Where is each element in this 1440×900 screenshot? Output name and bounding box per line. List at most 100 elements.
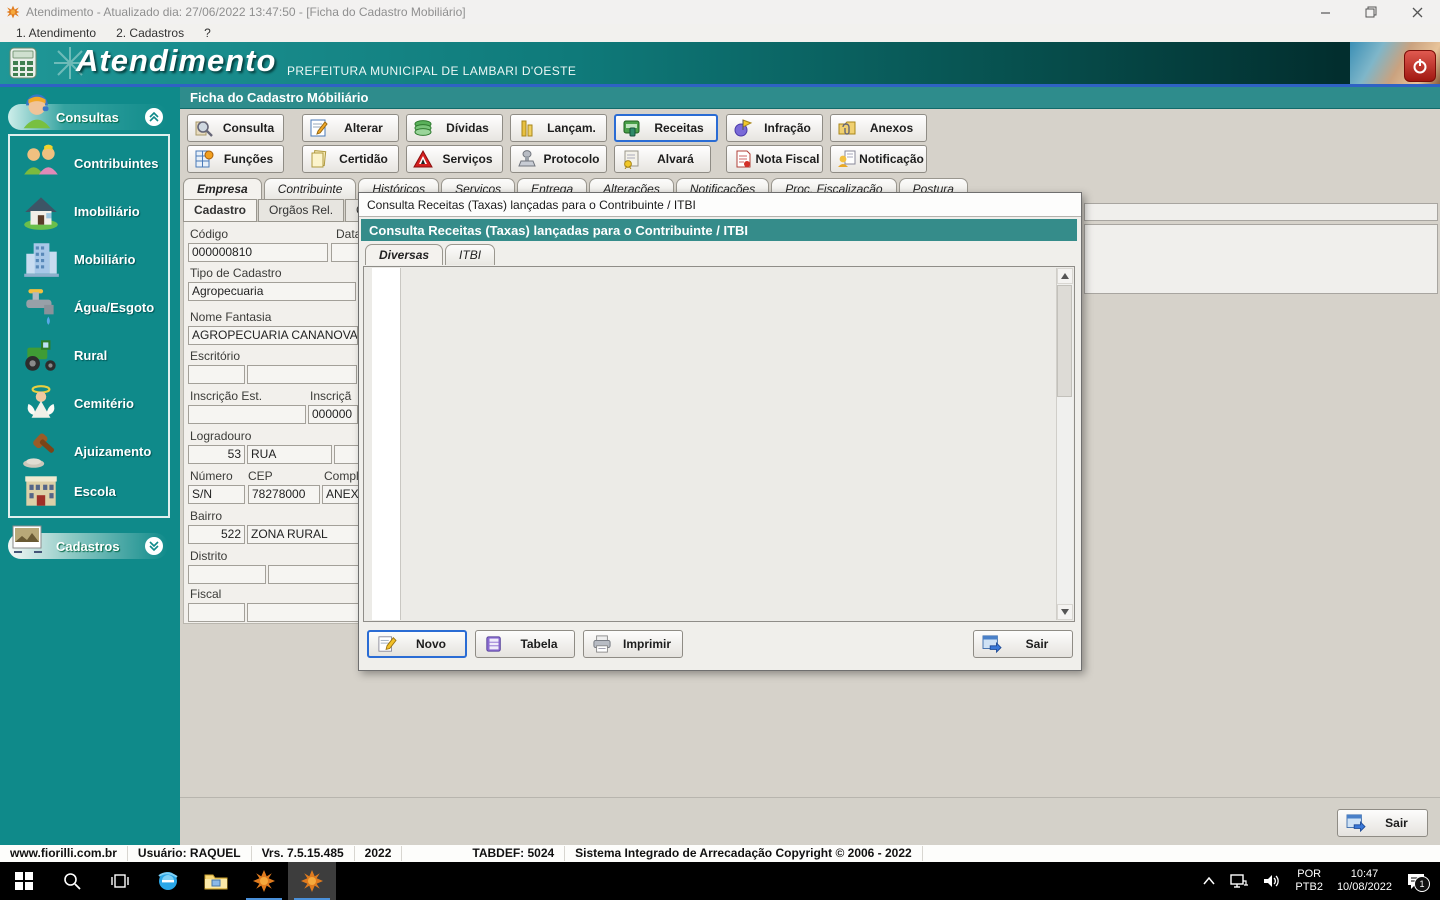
- scroll-down-button[interactable]: [1057, 604, 1073, 620]
- button-label: Sair: [1385, 816, 1408, 830]
- toolbar: Consulta Alterar Dívidas Lançam. Receita…: [180, 109, 1440, 177]
- dialog-tabstrip: Diversas ITBI: [365, 244, 497, 265]
- restore-icon: [1365, 6, 1377, 18]
- sidebar-item-agua-esgoto[interactable]: Água/Esgoto: [20, 284, 160, 330]
- sidebar-item-label: Rural: [74, 347, 108, 363]
- menu-cadastros[interactable]: 2. Cadastros: [112, 26, 188, 40]
- app-taskbar-button-1[interactable]: [240, 862, 288, 900]
- status-tabdef: TABDEF: 5024: [462, 846, 566, 861]
- protocolo-button[interactable]: Protocolo: [510, 145, 607, 173]
- servicos-button[interactable]: Serviços: [406, 145, 503, 173]
- sidebar-item-imobiliario[interactable]: Imobiliário: [20, 188, 160, 234]
- nota-fiscal-button[interactable]: Nota Fiscal: [726, 145, 823, 173]
- menu-help[interactable]: ?: [200, 26, 215, 40]
- button-label: Consulta: [222, 121, 275, 135]
- logradouro-extra-field[interactable]: [334, 445, 358, 464]
- distrito-field-2[interactable]: [268, 565, 358, 584]
- power-button[interactable]: [1404, 50, 1436, 82]
- imprimir-button[interactable]: Imprimir: [583, 630, 683, 658]
- cep-field[interactable]: 78278000: [248, 485, 320, 504]
- sidebar-item-contribuintes[interactable]: Contribuintes: [20, 140, 160, 186]
- dialog-tab-diversas[interactable]: Diversas: [365, 244, 444, 265]
- logradouro-num-field[interactable]: 53: [188, 445, 245, 464]
- inscricao-est-field[interactable]: [188, 405, 306, 424]
- sidebar-item-mobiliario[interactable]: Mobiliário: [20, 236, 160, 282]
- subtab-orgaos-rel[interactable]: Orgãos Rel.: [258, 199, 345, 222]
- network-tray-icon[interactable]: [1229, 873, 1249, 889]
- dialog-grid-area[interactable]: [363, 266, 1075, 622]
- button-label: Dívidas: [446, 121, 489, 135]
- alvara-button[interactable]: Alvará: [614, 145, 711, 173]
- app-logo-text: Atendimento: [76, 43, 277, 78]
- hidden-icons-button[interactable]: [1203, 877, 1215, 885]
- internet-explorer-button[interactable]: [144, 862, 192, 900]
- vertical-scrollbar[interactable]: [1056, 268, 1073, 620]
- expand-cadastros-button[interactable]: [145, 537, 163, 555]
- minimize-button[interactable]: [1302, 0, 1348, 24]
- stamp-icon: [518, 150, 536, 167]
- sidebar-item-cemiterio[interactable]: Cemitério: [20, 380, 160, 426]
- escritorio-field-1[interactable]: [188, 365, 245, 384]
- notification-center-button[interactable]: 1: [1406, 872, 1430, 892]
- app-taskbar-button-2[interactable]: [288, 862, 336, 900]
- dialog-tab-itbi[interactable]: ITBI: [445, 244, 496, 265]
- tab-empresa[interactable]: Empresa: [183, 178, 262, 199]
- novo-button[interactable]: Novo: [367, 630, 467, 658]
- task-view-button[interactable]: [96, 862, 144, 900]
- flag-icon: [734, 119, 753, 137]
- edit-icon: [310, 119, 328, 137]
- dividas-button[interactable]: Dívidas: [406, 114, 503, 142]
- dialog-sair-button[interactable]: Sair: [973, 630, 1073, 658]
- tipo-cadastro-field[interactable]: Agropecuaria: [188, 282, 356, 301]
- sidebar-item-rural[interactable]: Rural: [20, 332, 160, 378]
- notificacao-button[interactable]: Notificação: [830, 145, 927, 173]
- volume-tray-icon[interactable]: [1263, 873, 1281, 889]
- language-indicator[interactable]: POR PTB2: [1295, 868, 1323, 894]
- subtab-cadastro[interactable]: Cadastro: [183, 199, 258, 222]
- angel-icon: [27, 385, 55, 418]
- codigo-field[interactable]: 000000810: [188, 243, 328, 262]
- sair-button[interactable]: Sair: [1337, 809, 1428, 837]
- certidao-button[interactable]: Certidão: [302, 145, 399, 173]
- magnifier-icon: [195, 121, 213, 137]
- file-explorer-button[interactable]: [192, 862, 240, 900]
- tabela-button[interactable]: Tabela: [475, 630, 575, 658]
- complemento-field[interactable]: ANEXO: [322, 485, 358, 504]
- logradouro-tipo-field[interactable]: RUA: [247, 445, 332, 464]
- consulta-button[interactable]: Consulta: [187, 114, 284, 142]
- menu-atendimento[interactable]: 1. Atendimento: [12, 26, 100, 40]
- button-label: Notificação: [859, 152, 924, 166]
- anexos-button[interactable]: Anexos: [830, 114, 927, 142]
- bairro-field[interactable]: ZONA RURAL: [247, 525, 358, 544]
- data-field[interactable]: [331, 243, 358, 262]
- restore-button[interactable]: [1348, 0, 1394, 24]
- nome-fantasia-field[interactable]: AGROPECUARIA CANANOVA: [188, 326, 358, 345]
- infracao-button[interactable]: Infração: [726, 114, 823, 142]
- bottom-bar: Sair: [180, 797, 1440, 846]
- alterar-button[interactable]: Alterar: [302, 114, 399, 142]
- taskbar-search-button[interactable]: [48, 862, 96, 900]
- scroll-up-button[interactable]: [1057, 268, 1073, 284]
- tab-contribuinte[interactable]: Contribuinte: [263, 178, 357, 199]
- clock[interactable]: 10:47 10/08/2022: [1337, 868, 1392, 894]
- lancam-button[interactable]: Lançam.: [510, 114, 607, 142]
- close-button[interactable]: [1394, 0, 1440, 24]
- receitas-button[interactable]: Receitas: [614, 114, 718, 142]
- sidebar-item-escola[interactable]: Escola: [20, 468, 160, 514]
- logradouro-label: Logradouro: [190, 429, 252, 443]
- funcoes-button[interactable]: Funções: [187, 145, 284, 173]
- fiscal-field-2[interactable]: [247, 603, 358, 622]
- numero-field[interactable]: S/N: [188, 485, 245, 504]
- scroll-thumb[interactable]: [1057, 285, 1072, 397]
- inscricao-field[interactable]: 000000: [308, 405, 358, 424]
- start-button[interactable]: [0, 862, 48, 900]
- collapse-consultas-button[interactable]: [145, 108, 163, 126]
- bairro-num-field[interactable]: 522: [188, 525, 245, 544]
- faucet-icon: [26, 289, 54, 325]
- dialog-titlebar[interactable]: Consulta Receitas (Taxas) lançadas para …: [359, 193, 1081, 217]
- escritorio-field-2[interactable]: [247, 365, 357, 384]
- fiorilli-app-icon: [301, 870, 323, 892]
- fiscal-field-1[interactable]: [188, 603, 245, 622]
- dialog-button-bar: Novo Tabela Imprimir Sair: [359, 626, 1081, 670]
- distrito-field-1[interactable]: [188, 565, 266, 584]
